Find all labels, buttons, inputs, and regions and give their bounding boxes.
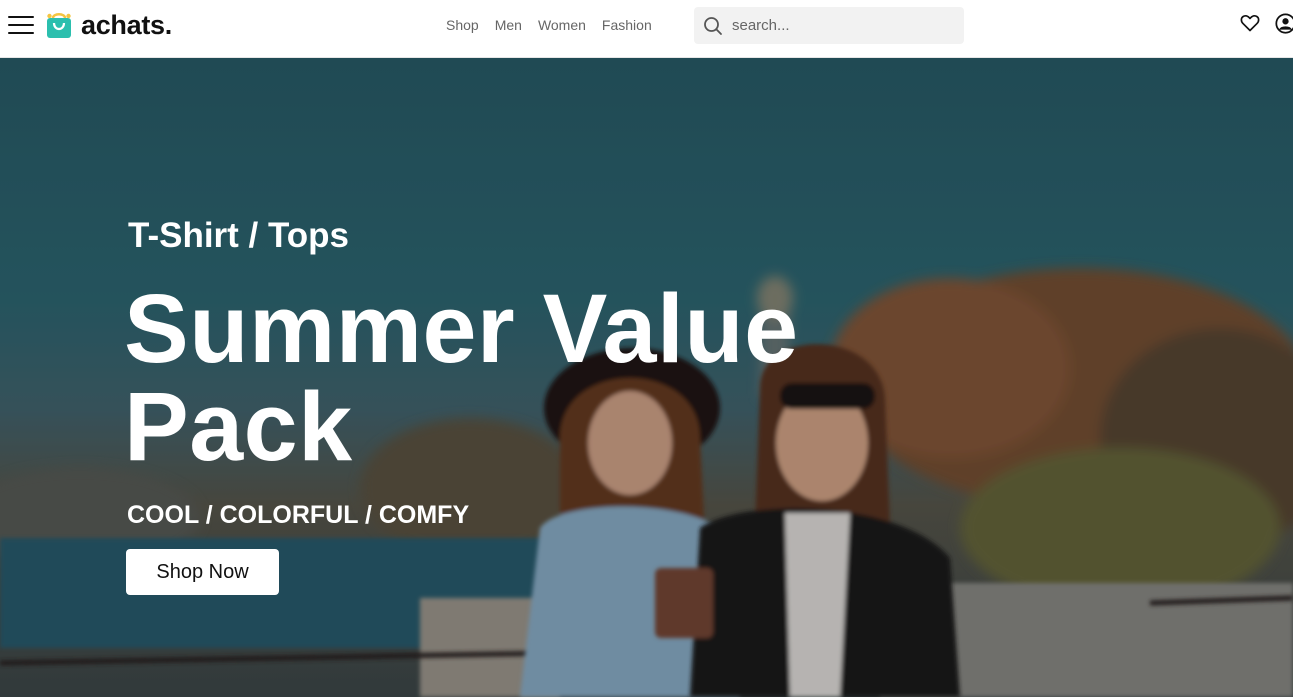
heart-icon[interactable]	[1240, 13, 1260, 33]
hero-subtitle: T-Shirt / Tops	[128, 216, 350, 255]
nav-link-fashion[interactable]: Fashion	[602, 17, 652, 34]
search-input[interactable]	[732, 7, 952, 44]
hero-title: Summer Value Pack	[124, 274, 799, 481]
search-bar	[694, 7, 964, 44]
hero-tagline: COOL / COLORFUL / COMFY	[127, 501, 470, 529]
brand-name[interactable]: achats.	[81, 9, 172, 41]
search-icon[interactable]	[703, 16, 723, 36]
main-nav: Shop Men Women Fashion	[446, 17, 668, 34]
nav-link-shop[interactable]: Shop	[446, 17, 479, 34]
hero-banner: T-Shirt / Tops Summer Value Pack COOL / …	[0, 58, 1293, 697]
user-icon[interactable]	[1275, 13, 1293, 34]
shopping-bag-icon[interactable]	[46, 12, 72, 39]
shop-now-button[interactable]: Shop Now	[126, 549, 279, 595]
nav-link-women[interactable]: Women	[538, 17, 586, 34]
nav-link-men[interactable]: Men	[495, 17, 522, 34]
top-navbar: achats. Shop Men Women Fashion	[0, 0, 1293, 58]
hamburger-menu-icon[interactable]	[8, 14, 34, 36]
